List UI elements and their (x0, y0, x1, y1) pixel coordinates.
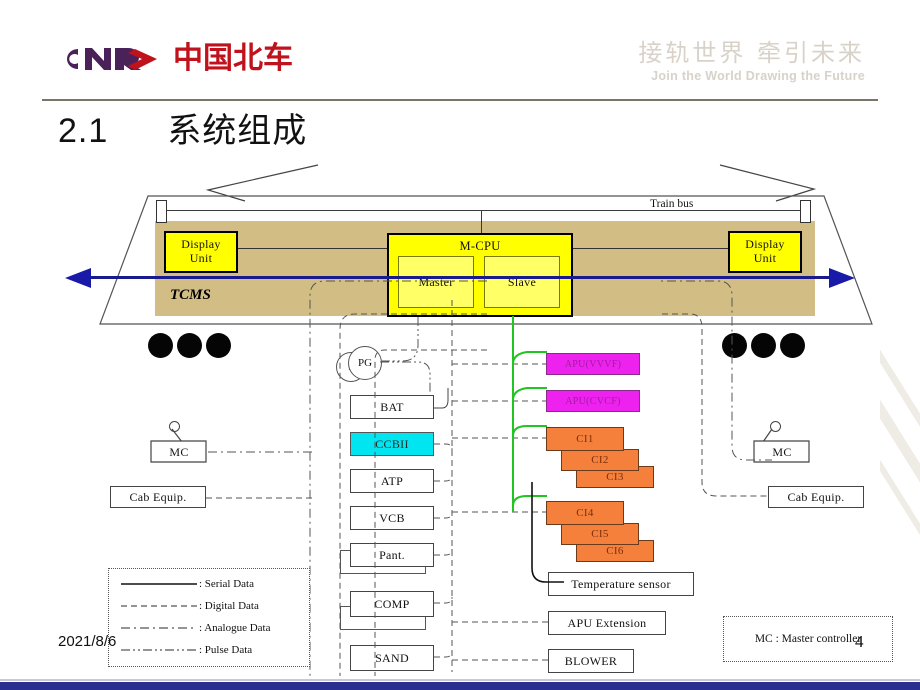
mc-note-label: MC : Master controller (754, 633, 862, 645)
device-box-ci6-label: CI6 (606, 545, 624, 557)
page-number: 4 (855, 632, 864, 651)
train-bus-line (164, 210, 804, 211)
legend-item-pulse-label: : Pulse Data (199, 644, 253, 656)
legend-line-dashdot-icon (121, 627, 197, 629)
device-box-apu-cvcf-label: APU(CVCF) (565, 395, 621, 407)
wheel (206, 333, 231, 358)
cab-equip-left-label: Cab Equip. (129, 489, 187, 504)
mcpu-label: M-CPU (459, 239, 501, 253)
tcms-label: TCMS (170, 287, 211, 303)
device-box-ci5[interactable]: CI5 (561, 523, 639, 545)
connector-bottom-dashed (452, 621, 548, 661)
display-unit-left-line1: Display (181, 237, 221, 252)
cnr-logo-chinese: 中国北车 (173, 41, 293, 76)
header-divider (42, 99, 878, 101)
page-title-number: 2.1 (58, 112, 109, 150)
device-box-ci4-label: CI4 (576, 507, 594, 519)
wheel (177, 333, 202, 358)
wheel (148, 333, 173, 358)
slide-date: 2021/8/6 (58, 633, 117, 650)
connector-pg-trunk (380, 361, 431, 392)
legend-line-solid-icon (121, 583, 197, 585)
legend-item-digital-label: : Digital Data (199, 600, 259, 612)
device-box-blower[interactable]: BLOWER (548, 649, 634, 673)
mc-left-label: MC (169, 444, 189, 459)
slogan-chinese: 接轨世界 牵引未来 (638, 39, 865, 67)
slogan-english: Join the World Drawing the Future (651, 68, 865, 83)
connector-black-bottom (531, 482, 564, 583)
display-unit-right[interactable]: Display Unit (728, 231, 802, 273)
legend-item-pulse: : Pulse Data (119, 641, 252, 659)
page-title: 2.1 系统组成 (58, 103, 307, 152)
device-box-temperature-sensor-label: Temperature sensor (571, 576, 671, 591)
connector-left-cab (206, 451, 312, 499)
legend-item-serial: : Serial Data (119, 575, 254, 593)
device-box-ci2[interactable]: CI2 (561, 449, 639, 471)
legend-item-analogue: : Analogue Data (119, 619, 270, 637)
device-box-ci2-label: CI2 (591, 454, 609, 466)
legend-line-dashdotdot-icon (121, 649, 197, 651)
mvb-arrow-left-icon (65, 268, 91, 288)
legend-item-digital: : Digital Data (119, 597, 259, 615)
train-bus-drop (481, 210, 482, 235)
link-du-right-mcpu (572, 248, 728, 249)
legend-item-analogue-label: : Analogue Data (199, 622, 271, 634)
page-title-text: 系统组成 (167, 111, 308, 151)
train-bus-label: Train bus (650, 198, 694, 210)
display-unit-left[interactable]: Display Unit (164, 231, 238, 273)
display-unit-right-line1: Display (745, 237, 785, 252)
slogan: 接轨世界 牵引未来 Join the World Drawing the Fut… (638, 39, 865, 83)
device-box-blower-label: BLOWER (564, 653, 618, 668)
display-unit-right-line2: Unit (753, 251, 777, 265)
legend-item-serial-label: : Serial Data (199, 578, 254, 590)
device-box-ci1-label: CI1 (576, 433, 594, 445)
device-box-apu-extension-label: APU Extension (567, 615, 647, 630)
device-box-ci3-label: CI3 (606, 471, 624, 483)
corner-decoration (880, 320, 920, 680)
connector-bundle-right (660, 280, 772, 497)
slide-canvas: 中国北车 接轨世界 牵引未来 Join the World Drawing th… (0, 0, 920, 690)
legend-box: : Serial Data : Digital Data : Analogue … (108, 568, 310, 667)
device-box-apu-extension[interactable]: APU Extension (548, 611, 666, 635)
cnr-logo: 中国北车 (55, 42, 293, 76)
cnr-logo-mark (67, 48, 157, 70)
device-box-ci5-label: CI5 (591, 528, 609, 540)
device-box-apu-vvvf-label: APU(VVVF) (564, 358, 622, 370)
coupler-left (156, 200, 167, 223)
mc-note-box: MC : Master controller (723, 616, 893, 662)
footer-bar (0, 679, 920, 690)
device-box-temperature-sensor[interactable]: Temperature sensor (548, 572, 694, 596)
legend-line-dashed-icon (121, 605, 197, 607)
coupler-right (800, 200, 811, 223)
cab-equip-left-box[interactable]: Cab Equip. (110, 486, 206, 508)
display-unit-left-line2: Unit (189, 251, 213, 265)
link-du-left-mcpu (238, 248, 388, 249)
